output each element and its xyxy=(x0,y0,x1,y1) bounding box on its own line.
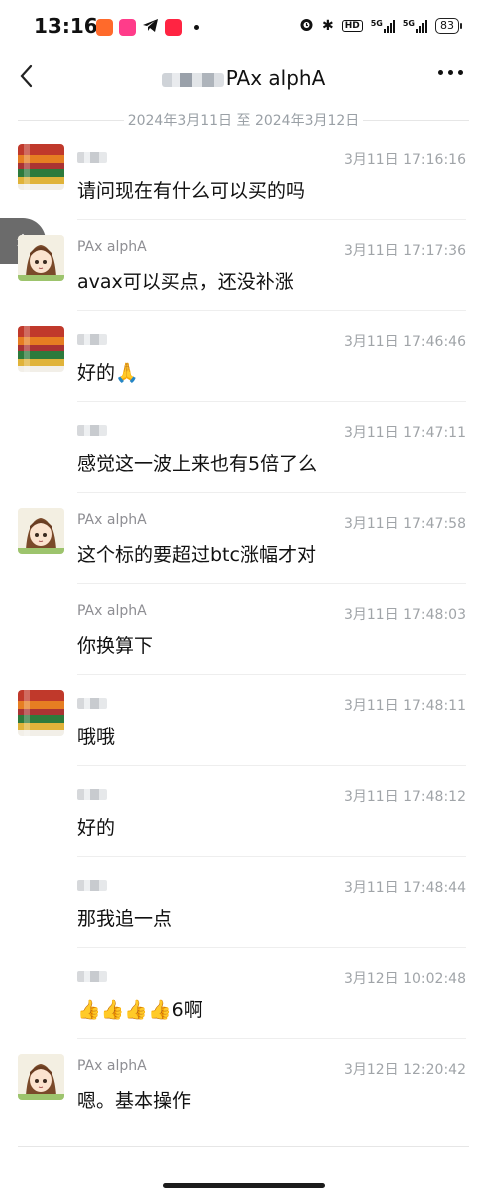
avatar[interactable] xyxy=(18,690,64,736)
sender-name-redacted xyxy=(77,334,107,345)
hd-icon: HD xyxy=(341,20,363,32)
message-item[interactable]: PAx alphA 3月11日 17:47:58 这个标的要超过btc涨幅才对 xyxy=(0,494,487,584)
divider xyxy=(77,947,466,948)
divider xyxy=(77,674,466,675)
chat-title: PAx alphA xyxy=(0,66,487,90)
redacted-name xyxy=(161,72,224,87)
date-range: 2024年3月11日 至 2024年3月12日 xyxy=(0,110,487,130)
message-time: 3月11日 17:16:16 xyxy=(343,152,466,168)
xiaohongshu-icon xyxy=(165,19,182,36)
app-notification-icon xyxy=(96,19,113,36)
telegram-icon xyxy=(142,18,159,37)
list-end-divider xyxy=(18,1146,469,1147)
sender-name: PAx alphA xyxy=(77,239,147,255)
divider xyxy=(77,856,466,857)
message-time: 3月12日 12:20:42 xyxy=(343,1062,466,1078)
divider-line xyxy=(18,120,124,121)
message-time: 3月11日 17:48:44 xyxy=(343,880,466,896)
date-range-text: 2024年3月11日 至 2024年3月12日 xyxy=(127,113,360,129)
network-label: 5G xyxy=(370,19,383,28)
message-item[interactable]: 3月12日 10:02:48 👍👍👍👍6啊 xyxy=(0,949,487,1039)
network-label: 5G xyxy=(402,19,415,28)
chat-title-text: PAx alphA xyxy=(225,66,326,90)
sender-name: PAx alphA xyxy=(77,1058,147,1074)
message-item[interactable]: 3月11日 17:47:11 感觉这一波上来也有5倍了么 xyxy=(0,403,487,493)
message-time: 3月12日 10:02:48 xyxy=(343,971,466,987)
message-time: 3月11日 17:46:46 xyxy=(343,334,466,350)
message-text: 这个标的要超过btc涨幅才对 xyxy=(77,544,316,566)
message-time: 3月11日 17:48:03 xyxy=(343,607,466,623)
sender-name-redacted xyxy=(77,789,107,800)
status-time: 13:16 xyxy=(34,14,98,38)
message-item[interactable]: 3月11日 17:16:16 请问现在有什么可以买的吗 xyxy=(0,130,487,220)
message-text: 请问现在有什么可以买的吗 xyxy=(77,180,306,202)
sender-name-redacted xyxy=(77,698,107,709)
signal-icon-2: 5G xyxy=(403,19,427,33)
divider xyxy=(77,1038,466,1039)
message-text: 那我追一点 xyxy=(77,908,173,930)
app-notification-icon xyxy=(119,19,136,36)
message-text: 好的 xyxy=(77,817,116,839)
message-time: 3月11日 17:48:11 xyxy=(343,698,466,714)
message-text: 你换算下 xyxy=(77,635,154,657)
home-indicator[interactable] xyxy=(163,1183,325,1188)
divider-line xyxy=(363,120,469,121)
divider xyxy=(77,583,466,584)
battery-icon: 83 xyxy=(435,18,462,34)
avatar[interactable] xyxy=(18,144,64,190)
message-time: 3月11日 17:47:11 xyxy=(343,425,466,441)
message-text: 哦哦 xyxy=(77,726,116,748)
message-text: 感觉这一波上来也有5倍了么 xyxy=(77,453,318,475)
avatar[interactable] xyxy=(18,326,64,372)
message-item[interactable]: 3月11日 17:48:44 那我追一点 xyxy=(0,858,487,948)
sender-name: PAx alphA xyxy=(77,603,147,619)
avatar[interactable] xyxy=(18,235,64,281)
divider xyxy=(77,310,466,311)
sender-name: PAx alphA xyxy=(77,512,147,528)
sender-name-redacted xyxy=(77,880,107,891)
message-time: 3月11日 17:17:36 xyxy=(343,243,466,259)
message-item[interactable]: PAx alphA 3月11日 17:48:03 你换算下 xyxy=(0,585,487,675)
status-indicators: ✱ HD 5G 5G 83 xyxy=(299,17,462,35)
more-options-button[interactable] xyxy=(438,70,463,75)
bluetooth-icon: ✱ xyxy=(321,18,334,34)
sender-name-redacted xyxy=(77,425,107,436)
sender-name-redacted xyxy=(77,971,107,982)
divider xyxy=(77,219,466,220)
message-text: avax可以买点，还没补涨 xyxy=(77,271,294,293)
message-item[interactable]: 3月11日 17:48:11 哦哦 xyxy=(0,676,487,766)
alarm-icon xyxy=(299,17,314,35)
avatar[interactable] xyxy=(18,508,64,554)
message-item[interactable]: 3月11日 17:46:46 好的🙏 xyxy=(0,312,487,402)
more-notifications-dot xyxy=(194,25,199,30)
divider xyxy=(77,765,466,766)
avatar[interactable] xyxy=(18,1054,64,1100)
message-item[interactable]: PAx alphA 3月11日 17:17:36 avax可以买点，还没补涨 xyxy=(0,221,487,311)
notification-icons xyxy=(96,18,199,37)
message-text: 嗯。基本操作 xyxy=(77,1090,192,1112)
chat-header: PAx alphA xyxy=(0,56,487,100)
message-time: 3月11日 17:47:58 xyxy=(343,516,466,532)
message-item[interactable]: 3月11日 17:48:12 好的 xyxy=(0,767,487,857)
divider xyxy=(77,401,466,402)
signal-icon-1: 5G xyxy=(371,19,395,33)
message-text: 好的🙏 xyxy=(77,362,139,384)
message-time: 3月11日 17:48:12 xyxy=(343,789,466,805)
sender-name-redacted xyxy=(77,152,107,163)
status-bar: 13:16 ✱ HD 5G 5G 83 xyxy=(0,0,487,56)
message-item[interactable]: PAx alphA 3月12日 12:20:42 嗯。基本操作 xyxy=(0,1040,487,1130)
message-text: 👍👍👍👍6啊 xyxy=(77,999,203,1021)
divider xyxy=(77,492,466,493)
